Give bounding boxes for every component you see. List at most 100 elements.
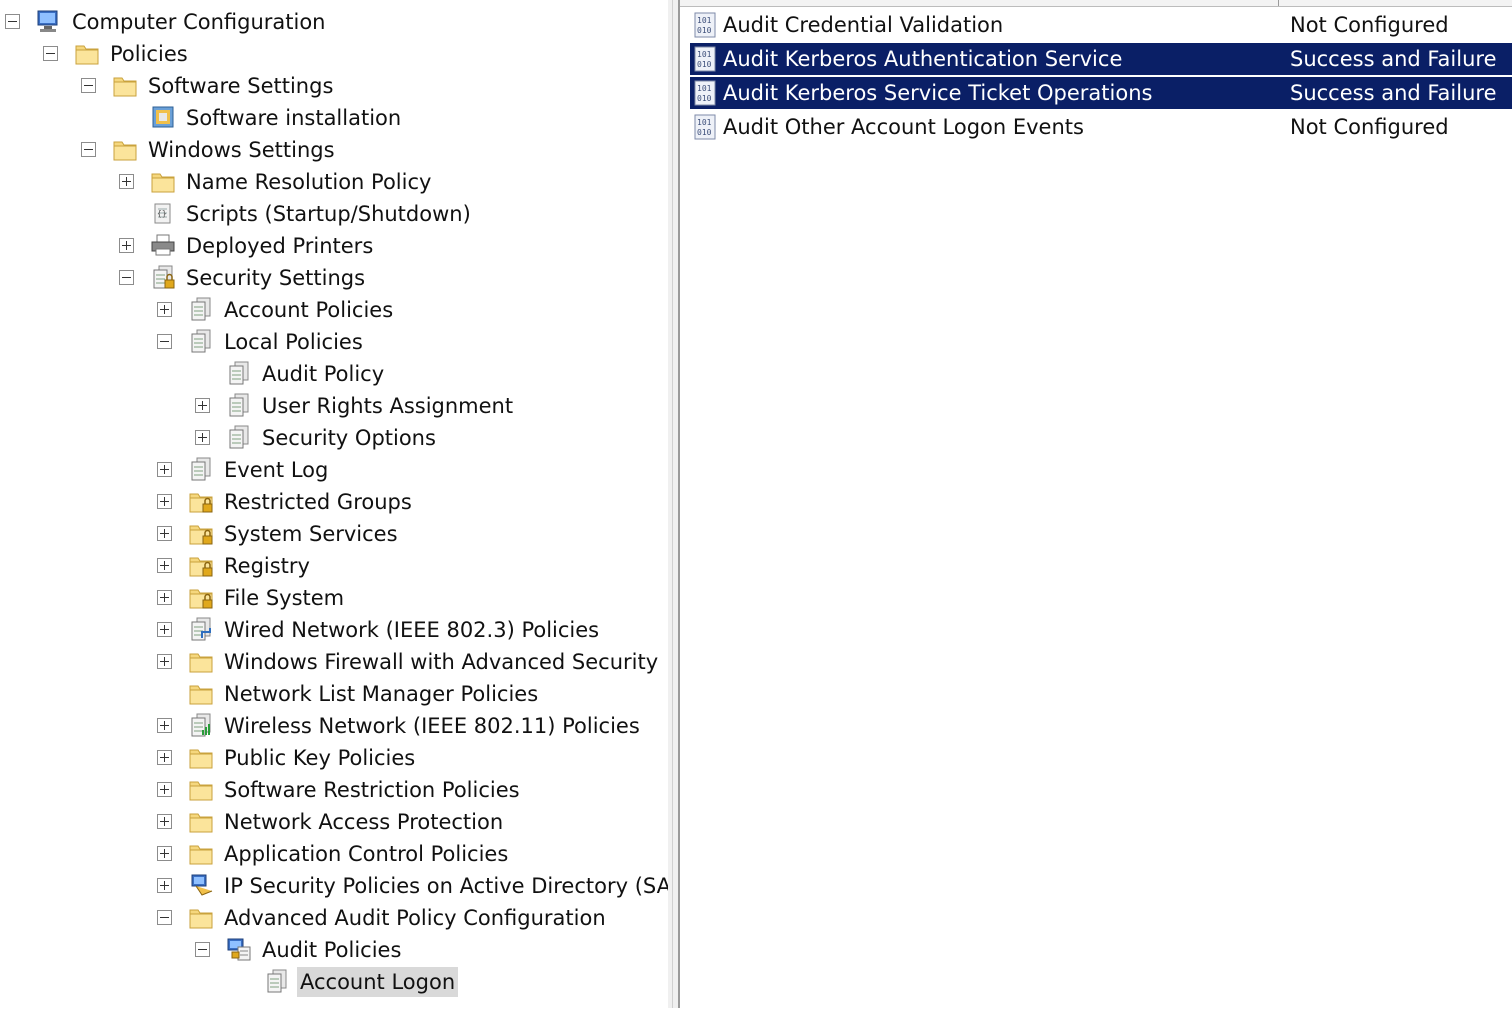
tree-item-label[interactable]: Audit Policy [259,359,387,389]
tree-item-label[interactable]: Network Access Protection [221,807,506,837]
collapse-icon[interactable] [157,334,172,349]
expand-icon[interactable] [157,558,172,573]
expand-icon[interactable] [157,590,172,605]
column-header[interactable] [680,0,1512,7]
tree-item-software-restriction-policies[interactable]: Software Restriction Policies [0,775,668,805]
expand-icon[interactable] [157,302,172,317]
tree-item-label[interactable]: Advanced Audit Policy Configuration [221,903,609,933]
tree-item-computer-configuration[interactable]: Computer Configuration [0,7,668,37]
tree-item-system-services[interactable]: System Services [0,519,668,549]
tree-item-label[interactable]: Policies [107,39,191,69]
expand-icon[interactable] [157,462,172,477]
tree-item-application-control-policies[interactable]: Application Control Policies [0,839,668,869]
policy-row-audit-credential-validation[interactable]: 101 010 Audit Credential Validation Not Con… [690,9,1512,41]
tree-item-restricted-groups[interactable]: Restricted Groups [0,487,668,517]
column-separator[interactable] [1278,0,1279,6]
tree-item-scripts-startup-shutdown[interactable]: {} Scripts (Startup/Shutdown) [0,199,668,229]
tree-item-security-settings[interactable]: Security Settings [0,263,668,293]
tree-item-label[interactable]: Name Resolution Policy [183,167,434,197]
tree-item-account-logon[interactable]: Account Logon [0,967,668,997]
tree-item-label[interactable]: User Rights Assignment [259,391,516,421]
tree-item-windows-settings[interactable]: Windows Settings [0,135,668,165]
console-tree[interactable]: Computer Configuration Policies Software S… [0,0,668,1008]
expand-icon[interactable] [157,846,172,861]
tree-item-label[interactable]: Software Restriction Policies [221,775,523,805]
expand-icon[interactable] [157,494,172,509]
expand-icon[interactable] [157,654,172,669]
expand-icon[interactable] [157,814,172,829]
expand-icon[interactable] [157,526,172,541]
tree-item-label[interactable]: Wired Network (IEEE 802.3) Policies [221,615,602,645]
tree-item-event-log[interactable]: Event Log [0,455,668,485]
tree-item-label[interactable]: Network List Manager Policies [221,679,541,709]
tree-item-label[interactable]: IP Security Policies on Active Directory… [221,871,668,901]
tree-item-label[interactable]: Event Log [221,455,331,485]
tree-item-label[interactable]: Windows Settings [145,135,338,165]
tree-item-wireless-network-ieee-802-11-policies[interactable]: Wireless Network (IEEE 802.11) Policies [0,711,668,741]
tree-item-label[interactable]: Software installation [183,103,404,133]
expand-icon[interactable] [157,622,172,637]
tree-item-account-policies[interactable]: Account Policies [0,295,668,325]
policy-row-audit-kerberos-service-ticket-operations[interactable]: 101 010 Audit Kerberos Service Ticket Oper… [690,77,1512,109]
tree-item-registry[interactable]: Registry [0,551,668,581]
tree-item-label[interactable]: Audit Policies [259,935,404,965]
expand-icon[interactable] [157,878,172,893]
pane-splitter[interactable] [668,0,680,1008]
expand-icon[interactable] [195,430,210,445]
expand-icon[interactable] [119,174,134,189]
tree-item-windows-firewall-with-advanced-security[interactable]: Windows Firewall with Advanced Security [0,647,668,677]
expand-icon[interactable] [195,398,210,413]
tree-item-policies[interactable]: Policies [0,39,668,69]
expand-icon[interactable] [119,238,134,253]
tree-item-label[interactable]: Account Logon [297,967,459,997]
tree-item-label[interactable]: Account Policies [221,295,396,325]
tree-item-label[interactable]: System Services [221,519,401,549]
collapse-icon[interactable] [81,78,96,93]
expand-icon[interactable] [157,718,172,733]
details-pane[interactable]: 101 010 Audit Credential Validation Not Con… [680,0,1512,1008]
tree-item-label[interactable]: Software Settings [145,71,336,101]
tree-item-label[interactable]: Public Key Policies [221,743,418,773]
policy-row-audit-kerberos-authentication-service[interactable]: 101 010 Audit Kerberos Authentication Serv… [690,43,1512,75]
tree-item-advanced-audit-policy-configuration[interactable]: Advanced Audit Policy Configuration [0,903,668,933]
tree-item-wired-network-ieee-802-3-policies[interactable]: Wired Network (IEEE 802.3) Policies [0,615,668,645]
tree-item-label[interactable]: Local Policies [221,327,366,357]
expand-icon[interactable] [157,750,172,765]
tree-item-label[interactable]: Security Options [259,423,439,453]
tree-item-audit-policies[interactable]: Audit Policies [0,935,668,965]
policy-row-audit-other-account-logon-events[interactable]: 101 010 Audit Other Account Logon Events No… [690,111,1512,143]
collapse-icon[interactable] [119,270,134,285]
tree-item-label[interactable]: Scripts (Startup/Shutdown) [183,199,474,229]
tree-item-local-policies[interactable]: Local Policies [0,327,668,357]
tree-item-name-resolution-policy[interactable]: Name Resolution Policy [0,167,668,197]
tree-item-label[interactable]: Restricted Groups [221,487,415,517]
tree-item-security-options[interactable]: Security Options [0,423,668,453]
tree-item-label[interactable]: Security Settings [183,263,368,293]
locked-folder-icon [188,520,214,546]
tree-item-software-installation[interactable]: Software installation [0,103,668,133]
tree-item-deployed-printers[interactable]: Deployed Printers [0,231,668,261]
expand-icon[interactable] [157,782,172,797]
collapse-icon[interactable] [195,942,210,957]
tree-item-label[interactable]: Wireless Network (IEEE 802.11) Policies [221,711,643,741]
collapse-icon[interactable] [43,46,58,61]
tree-item-label[interactable]: Application Control Policies [221,839,511,869]
tree-item-audit-policy[interactable]: Audit Policy [0,359,668,389]
audit-setting-icon: 101 010 [693,114,717,140]
tree-item-label[interactable]: Windows Firewall with Advanced Security [221,647,661,677]
tree-item-file-system[interactable]: File System [0,583,668,613]
tree-item-software-settings[interactable]: Software Settings [0,71,668,101]
tree-item-label[interactable]: Deployed Printers [183,231,376,261]
tree-item-label[interactable]: Registry [221,551,313,581]
tree-item-network-list-manager-policies[interactable]: Network List Manager Policies [0,679,668,709]
tree-item-label[interactable]: Computer Configuration [69,7,329,37]
collapse-icon[interactable] [5,14,20,29]
tree-item-network-access-protection[interactable]: Network Access Protection [0,807,668,837]
collapse-icon[interactable] [81,142,96,157]
tree-item-label[interactable]: File System [221,583,347,613]
tree-item-public-key-policies[interactable]: Public Key Policies [0,743,668,773]
tree-item-ip-security-policies-on-active-directory-sands[interactable]: IP Security Policies on Active Directory… [0,871,668,901]
collapse-icon[interactable] [157,910,172,925]
tree-item-user-rights-assignment[interactable]: User Rights Assignment [0,391,668,421]
folder-icon [188,648,214,674]
